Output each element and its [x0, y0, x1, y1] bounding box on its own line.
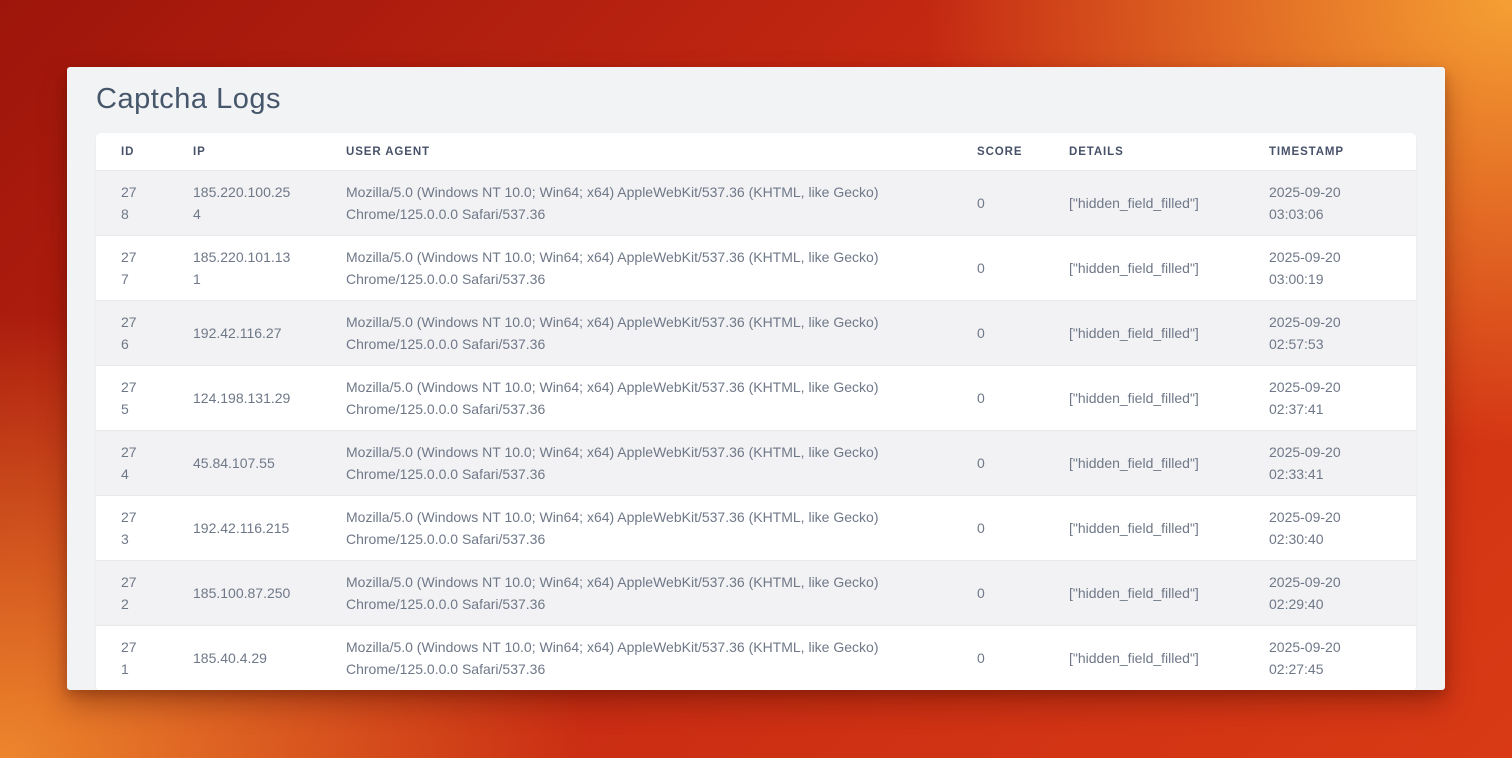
cell-score: 0: [952, 301, 1044, 366]
cell-score: 0: [952, 496, 1044, 561]
cell-details: ["hidden_field_filled"]: [1044, 236, 1244, 301]
column-header-score: SCORE: [952, 133, 1044, 171]
cell-timestamp: 2025-09-20 02:37:41: [1244, 366, 1416, 431]
cell-timestamp: 2025-09-20 02:33:41: [1244, 431, 1416, 496]
cell-id: 276: [96, 301, 168, 366]
cell-score: 0: [952, 236, 1044, 301]
cell-id: 278: [96, 171, 168, 236]
table-body: 278185.220.100.254Mozilla/5.0 (Windows N…: [96, 171, 1416, 691]
cell-timestamp: 2025-09-20 03:03:06: [1244, 171, 1416, 236]
cell-user_agent: Mozilla/5.0 (Windows NT 10.0; Win64; x64…: [321, 301, 952, 366]
page-title: Captcha Logs: [96, 83, 1416, 116]
column-header-ip: IP: [168, 133, 321, 171]
table-row: 273192.42.116.215Mozilla/5.0 (Windows NT…: [96, 496, 1416, 561]
cell-ip: 192.42.116.215: [168, 496, 321, 561]
cell-user_agent: Mozilla/5.0 (Windows NT 10.0; Win64; x64…: [321, 561, 952, 626]
cell-score: 0: [952, 171, 1044, 236]
table-header-row: IDIPUSER AGENTSCOREDETAILSTIMESTAMP: [96, 133, 1416, 171]
column-header-id: ID: [96, 133, 168, 171]
cell-timestamp: 2025-09-20 03:00:19: [1244, 236, 1416, 301]
cell-id: 271: [96, 626, 168, 691]
table-row: 278185.220.100.254Mozilla/5.0 (Windows N…: [96, 171, 1416, 236]
cell-details: ["hidden_field_filled"]: [1044, 561, 1244, 626]
cell-ip: 192.42.116.27: [168, 301, 321, 366]
cell-user_agent: Mozilla/5.0 (Windows NT 10.0; Win64; x64…: [321, 496, 952, 561]
cell-ip: 185.220.101.131: [168, 236, 321, 301]
cell-details: ["hidden_field_filled"]: [1044, 496, 1244, 561]
cell-id: 274: [96, 431, 168, 496]
cell-details: ["hidden_field_filled"]: [1044, 431, 1244, 496]
cell-ip: 185.40.4.29: [168, 626, 321, 691]
cell-ip: 45.84.107.55: [168, 431, 321, 496]
captcha-logs-card: Captcha Logs IDIPUSER AGENTSCOREDETAILST…: [67, 67, 1445, 690]
cell-ip: 185.220.100.254: [168, 171, 321, 236]
table-row: 272185.100.87.250Mozilla/5.0 (Windows NT…: [96, 561, 1416, 626]
cell-score: 0: [952, 626, 1044, 691]
table-row: 277185.220.101.131Mozilla/5.0 (Windows N…: [96, 236, 1416, 301]
cell-user_agent: Mozilla/5.0 (Windows NT 10.0; Win64; x64…: [321, 171, 952, 236]
cell-score: 0: [952, 561, 1044, 626]
cell-score: 0: [952, 366, 1044, 431]
cell-details: ["hidden_field_filled"]: [1044, 301, 1244, 366]
column-header-details: DETAILS: [1044, 133, 1244, 171]
cell-timestamp: 2025-09-20 02:30:40: [1244, 496, 1416, 561]
cell-timestamp: 2025-09-20 02:57:53: [1244, 301, 1416, 366]
cell-details: ["hidden_field_filled"]: [1044, 171, 1244, 236]
column-header-user_agent: USER AGENT: [321, 133, 952, 171]
cell-id: 273: [96, 496, 168, 561]
captcha-logs-table: IDIPUSER AGENTSCOREDETAILSTIMESTAMP 2781…: [96, 133, 1416, 690]
cell-score: 0: [952, 431, 1044, 496]
captcha-logs-table-container: IDIPUSER AGENTSCOREDETAILSTIMESTAMP 2781…: [96, 133, 1416, 690]
cell-details: ["hidden_field_filled"]: [1044, 366, 1244, 431]
cell-id: 277: [96, 236, 168, 301]
cell-details: ["hidden_field_filled"]: [1044, 626, 1244, 691]
cell-user_agent: Mozilla/5.0 (Windows NT 10.0; Win64; x64…: [321, 236, 952, 301]
table-row: 276192.42.116.27Mozilla/5.0 (Windows NT …: [96, 301, 1416, 366]
column-header-timestamp: TIMESTAMP: [1244, 133, 1416, 171]
cell-id: 272: [96, 561, 168, 626]
cell-ip: 124.198.131.29: [168, 366, 321, 431]
cell-user_agent: Mozilla/5.0 (Windows NT 10.0; Win64; x64…: [321, 431, 952, 496]
table-row: 27445.84.107.55Mozilla/5.0 (Windows NT 1…: [96, 431, 1416, 496]
cell-user_agent: Mozilla/5.0 (Windows NT 10.0; Win64; x64…: [321, 366, 952, 431]
cell-ip: 185.100.87.250: [168, 561, 321, 626]
table-row: 271185.40.4.29Mozilla/5.0 (Windows NT 10…: [96, 626, 1416, 691]
cell-timestamp: 2025-09-20 02:29:40: [1244, 561, 1416, 626]
table-header: IDIPUSER AGENTSCOREDETAILSTIMESTAMP: [96, 133, 1416, 171]
cell-user_agent: Mozilla/5.0 (Windows NT 10.0; Win64; x64…: [321, 626, 952, 691]
cell-timestamp: 2025-09-20 02:27:45: [1244, 626, 1416, 691]
cell-id: 275: [96, 366, 168, 431]
table-row: 275124.198.131.29Mozilla/5.0 (Windows NT…: [96, 366, 1416, 431]
